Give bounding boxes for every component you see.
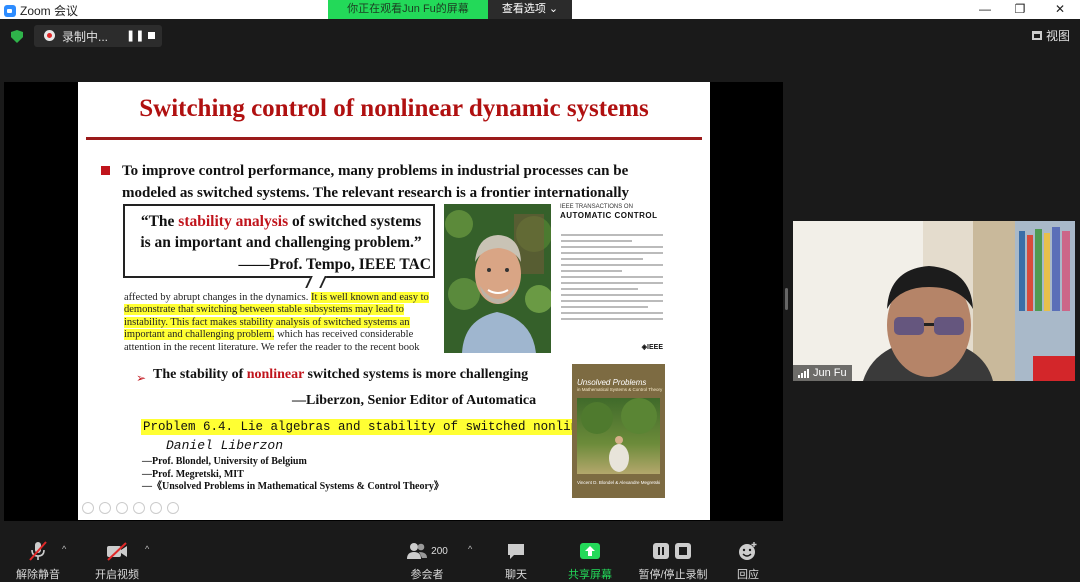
- journal-title: AUTOMATIC CONTROL: [560, 211, 658, 220]
- participants-label: 参会者: [410, 569, 444, 581]
- window-title: Zoom 会议: [20, 4, 79, 18]
- panel-resize-handle[interactable]: [785, 288, 788, 310]
- restore-button[interactable]: ❐: [1000, 0, 1040, 19]
- emoji-icon: [713, 540, 783, 562]
- paper-excerpt: affected by abrupt changes in the dynami…: [124, 292, 444, 354]
- chat-icon: [481, 540, 551, 562]
- meeting-toolbar: 解除静音 ^ 开启视频 ^ 200 参会者 ^ 聊天 共享屏幕 暂停/停止录制: [0, 530, 1080, 582]
- journal-cover: IEEE TRANSACTIONS ON AUTOMATIC CONTROL ◈…: [557, 202, 667, 354]
- quote-rest: of switched systems: [288, 213, 422, 230]
- video-off-icon: [82, 540, 152, 562]
- sub-emphasis: nonlinear: [246, 367, 305, 382]
- record-dot-icon: [44, 30, 55, 41]
- journal-contents: [561, 230, 663, 324]
- slide-title: Switching control of nonlinear dynamic s…: [139, 95, 649, 122]
- quote-line-1: “The stability analysis of switched syst…: [131, 213, 431, 231]
- view-options-button[interactable]: 查看选项 ⌄: [488, 0, 572, 19]
- window-titlebar: Zoom 会议 你正在观看Jun Fu的屏幕 查看选项 ⌄ — ❐ ✕: [0, 0, 1080, 19]
- reference-item: —Prof. Megretski, MIT: [142, 468, 244, 480]
- book-cover: Unsolved Problems in Mathematical System…: [572, 364, 665, 498]
- view-button[interactable]: 视图: [1031, 27, 1070, 44]
- more-icon[interactable]: [167, 502, 179, 514]
- pen-icon[interactable]: [116, 502, 128, 514]
- portrait-photo: [444, 204, 551, 353]
- meeting-topbar: 录制中... ❚❚ 视图: [0, 19, 1080, 53]
- book-painting: [577, 398, 660, 474]
- book-title: Unsolved Problems: [577, 378, 647, 387]
- bullet-square-icon: [101, 166, 110, 175]
- recording-indicator: 录制中... ❚❚: [34, 25, 162, 47]
- participants-icon: [407, 543, 428, 559]
- reference-list: —Prof. Blondel, University of Belgium —P…: [142, 456, 444, 494]
- zoom-logo-icon: [4, 4, 16, 17]
- ieee-logo: ◈IEEE: [641, 344, 663, 351]
- video-options-caret[interactable]: ^: [145, 544, 149, 554]
- title-divider: [86, 137, 702, 140]
- pause-stop-recording-button[interactable]: 暂停/停止录制: [634, 540, 712, 582]
- slide-tools: [82, 502, 179, 514]
- recording-label: 录制中...: [62, 30, 109, 44]
- share-screen-icon: [555, 540, 625, 562]
- view-button-label: 视图: [1045, 29, 1070, 43]
- viewing-label: 你正在观看Jun Fu的屏幕: [328, 0, 488, 19]
- next-slide-icon[interactable]: [99, 502, 111, 514]
- pause-stop-recording-label: 暂停/停止录制: [638, 569, 708, 581]
- screen-share-banner: 你正在观看Jun Fu的屏幕 查看选项 ⌄: [328, 0, 572, 19]
- presentation-slide: Switching control of nonlinear dynamic s…: [78, 82, 710, 520]
- participant-count: 200: [431, 545, 448, 557]
- sub-bullet: The stability of nonlinear switched syst…: [153, 367, 528, 383]
- participant-video[interactable]: Jun Fu: [793, 221, 1075, 381]
- participants-button[interactable]: 200 参会者: [392, 540, 462, 582]
- chat-button[interactable]: 聊天: [481, 540, 551, 582]
- reactions-button[interactable]: 回应: [713, 540, 783, 582]
- book-authors: Vincent D. Blondel & Alexandre Megretski: [577, 480, 661, 485]
- start-video-label: 开启视频: [95, 569, 139, 581]
- book-subtitle: in Mathematical Systems & Control Theory: [577, 387, 663, 392]
- sub-pre: The stability of: [153, 367, 247, 382]
- quote-emphasis: stability analysis: [178, 213, 289, 230]
- unmute-label: 解除静音: [16, 569, 60, 581]
- encryption-shield-icon[interactable]: [11, 30, 23, 43]
- quote-callout: “The stability analysis of switched syst…: [123, 204, 435, 278]
- audio-options-caret[interactable]: ^: [62, 544, 66, 554]
- recording-controls-icon: [634, 540, 712, 562]
- quote-open: “The: [140, 213, 179, 230]
- app-title: Zoom 会议: [4, 2, 78, 19]
- close-button[interactable]: ✕: [1040, 0, 1080, 19]
- quote-attribution: ——Prof. Tempo, IEEE TAC: [238, 256, 432, 273]
- share-screen-button[interactable]: 共享屏幕: [555, 540, 625, 582]
- share-screen-label: 共享屏幕: [568, 569, 612, 581]
- participant-name: Jun Fu: [813, 367, 847, 379]
- sub-post: switched systems is more challenging: [304, 367, 529, 382]
- reactions-label: 回应: [737, 569, 759, 581]
- excerpt-part-1: affected by abrupt changes in the dynami…: [124, 292, 311, 303]
- arrow-bullet-icon: ➢: [136, 371, 147, 385]
- problem-author: Daniel Liberzon: [166, 438, 284, 453]
- signal-bars-icon: [798, 368, 809, 378]
- participant-name-tag: Jun Fu: [793, 365, 852, 381]
- participants-icon-row: 200: [392, 540, 462, 562]
- pause-recording-button[interactable]: ❚❚: [126, 29, 144, 42]
- view-grid-icon: [1031, 31, 1042, 40]
- participants-options-caret[interactable]: ^: [468, 544, 472, 554]
- zoom-icon[interactable]: [150, 502, 162, 514]
- start-video-button[interactable]: 开启视频: [82, 540, 152, 582]
- slides-icon[interactable]: [133, 502, 145, 514]
- prev-slide-icon[interactable]: [82, 502, 94, 514]
- sub-attribution: —Liberzon, Senior Editor of Automatica: [292, 393, 537, 408]
- reference-item: —《Unsolved Problems in Mathematical Syst…: [142, 481, 444, 492]
- chat-label: 聊天: [505, 569, 527, 581]
- stop-recording-button[interactable]: [148, 32, 155, 39]
- bullet-line-2: modeled as switched systems. The relevan…: [122, 185, 630, 201]
- minimize-button[interactable]: —: [965, 0, 1005, 19]
- quote-line-2: is an important and challenging problem.…: [140, 234, 422, 251]
- reference-item: —Prof. Blondel, University of Belgium: [142, 456, 307, 467]
- main-bullet: To improve control performance, many pro…: [122, 160, 682, 204]
- journal-publisher: IEEE TRANSACTIONS ON: [560, 204, 633, 210]
- bullet-line-1: To improve control performance, many pro…: [122, 163, 629, 179]
